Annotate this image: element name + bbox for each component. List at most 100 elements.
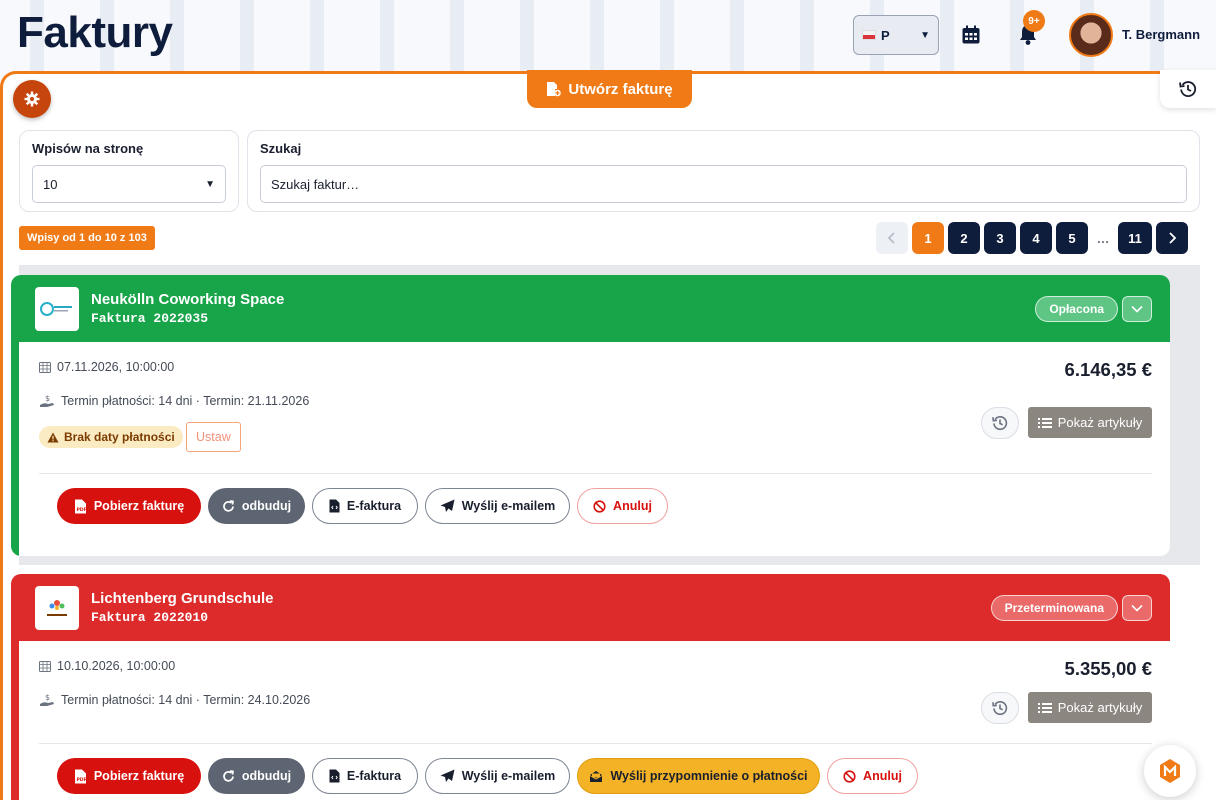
envelope-open-icon	[590, 770, 603, 782]
username[interactable]: T. Bergmann	[1122, 27, 1200, 42]
calendar-icon	[39, 661, 51, 672]
pdf-icon: PDF	[74, 769, 86, 783]
invoice-date: 10.10.2026, 10:00:00	[39, 659, 175, 673]
pdf-icon: PDF	[74, 499, 86, 513]
send-email-label: Wyślij e-mailem	[461, 499, 556, 513]
create-invoice-button[interactable]: Utwórz fakturę	[527, 70, 692, 108]
page-button-last[interactable]: 11	[1118, 222, 1152, 254]
chevron-left-icon	[887, 232, 895, 244]
search-placeholder: Szukaj faktur…	[271, 176, 360, 192]
entries-info-badge: Wpisy od 1 do 10 z 103	[19, 226, 155, 250]
calendar-icon	[962, 25, 980, 44]
svg-text:PDF: PDF	[76, 507, 86, 513]
invoice-date-text: 07.11.2026, 10:00:00	[57, 360, 175, 374]
per-page-select[interactable]: 10 ▼	[32, 165, 226, 203]
set-payment-date-button[interactable]: Ustaw	[186, 422, 241, 452]
send-reminder-label: Wyślij przypomnienie o płatności	[610, 769, 808, 783]
language-value: P	[881, 27, 890, 43]
warning-text: Brak daty płatności	[64, 430, 175, 444]
language-select[interactable]: P ▼	[853, 15, 939, 55]
per-page-label: Wpisów na stronę	[32, 141, 144, 156]
show-items-label: Pokaż artykuły	[1057, 415, 1143, 430]
e-invoice-button[interactable]: E-faktura	[312, 758, 418, 794]
e-invoice-button[interactable]: E-faktura	[312, 488, 418, 524]
download-invoice-button[interactable]: PDF Pobierz fakturę	[57, 488, 201, 524]
invoice-history-button[interactable]	[981, 407, 1019, 439]
hand-money-icon: $	[40, 693, 54, 706]
rebuild-button[interactable]: odbuduj	[208, 488, 305, 524]
support-widget-button[interactable]	[1144, 745, 1196, 797]
invoice-card: Neukölln Coworking Space Faktura 2022035…	[11, 275, 1170, 556]
cancel-invoice-button[interactable]: Anuluj	[827, 758, 918, 794]
invoice-history-button[interactable]	[981, 692, 1019, 724]
add-document-icon	[547, 82, 562, 97]
payment-terms-text: Termin płatności: 14 dni · Termin: 24.10…	[61, 693, 311, 707]
payment-terms: $ Termin płatności: 14 dni · Termin: 21.…	[39, 394, 309, 408]
chevron-down-icon: ▼	[205, 178, 215, 190]
download-invoice-label: Pobierz fakturę	[93, 499, 185, 513]
download-invoice-button[interactable]: PDF Pobierz fakturę	[57, 758, 201, 794]
file-code-icon	[329, 499, 340, 513]
chevron-right-icon	[1169, 232, 1177, 244]
ban-icon	[843, 769, 856, 783]
expand-button[interactable]	[1122, 296, 1152, 322]
payment-terms-text: Termin płatności: 14 dni · Termin: 21.11…	[61, 394, 310, 408]
top-bar: Faktury P ▼ 9+ T. Bergmann	[0, 0, 1216, 70]
show-items-button[interactable]: Pokaż artykuły	[1028, 407, 1152, 438]
page-button-5[interactable]: 5	[1056, 222, 1088, 254]
send-email-label: Wyślij e-mailem	[461, 769, 556, 783]
list-icon	[1037, 417, 1052, 428]
svg-text:PDF: PDF	[76, 777, 86, 783]
send-email-button[interactable]: Wyślij e-mailem	[425, 488, 570, 524]
search-input[interactable]: Szukaj faktur…	[260, 165, 1187, 203]
calendar-button[interactable]	[958, 22, 984, 48]
page-button-3[interactable]: 3	[984, 222, 1016, 254]
send-reminder-button[interactable]: Wyślij przypomnienie o płatności	[577, 758, 820, 794]
invoice-number: Faktura 2022035	[91, 311, 209, 326]
invoice-card-body: 10.10.2026, 10:00:00 $ Termin płatności:…	[11, 641, 1170, 800]
coworking-logo-icon	[40, 301, 72, 316]
expand-button[interactable]	[1122, 595, 1152, 621]
cancel-invoice-button[interactable]: Anuluj	[577, 488, 668, 524]
chevron-down-icon: ▼	[920, 29, 930, 41]
send-email-button[interactable]: Wyślij e-mailem	[425, 758, 570, 794]
svg-text:$: $	[45, 394, 50, 403]
rebuild-label: odbuduj	[241, 499, 292, 513]
cancel-invoice-label: Anuluj	[613, 499, 652, 513]
company-logo	[35, 286, 79, 331]
chevron-down-icon	[1131, 604, 1143, 612]
next-page-button[interactable]	[1156, 222, 1188, 254]
page-button-1[interactable]: 1	[912, 222, 944, 254]
show-items-label: Pokaż artykuły	[1057, 700, 1143, 715]
show-items-button[interactable]: Pokaż artykuły	[1028, 692, 1152, 723]
file-code-icon	[329, 769, 340, 783]
per-page-value: 10	[43, 176, 58, 192]
company-name: Lichtenberg Grundschule	[91, 590, 274, 607]
refresh-icon	[223, 499, 234, 512]
cancel-invoice-label: Anuluj	[863, 769, 902, 783]
rebuild-button[interactable]: odbuduj	[208, 758, 305, 794]
invoice-amount: 5.355,00 €	[1064, 658, 1152, 679]
status-badge: Opłacona	[1035, 296, 1118, 322]
settings-button[interactable]	[13, 80, 51, 118]
history-button[interactable]	[1160, 70, 1216, 108]
school-logo-icon	[47, 599, 67, 616]
prev-page-button[interactable]	[876, 222, 908, 254]
status-badge: Przeterminowana	[990, 595, 1118, 621]
page-button-4[interactable]: 4	[1020, 222, 1052, 254]
download-invoice-label: Pobierz fakturę	[93, 769, 185, 783]
create-invoice-label: Utwórz fakturę	[568, 80, 673, 98]
company-name: Neukölln Coworking Space	[91, 291, 285, 308]
history-icon	[992, 416, 1008, 431]
ban-icon	[593, 499, 606, 513]
page-title: Faktury	[17, 8, 173, 57]
e-invoice-label: E-faktura	[346, 499, 402, 513]
e-invoice-label: E-faktura	[346, 769, 402, 783]
page-button-2[interactable]: 2	[948, 222, 980, 254]
notification-count-badge: 9+	[1023, 10, 1045, 32]
avatar[interactable]	[1069, 13, 1113, 57]
history-icon	[992, 701, 1008, 716]
history-icon	[1179, 81, 1197, 97]
company-logo	[35, 585, 79, 630]
warning-icon	[47, 432, 59, 442]
